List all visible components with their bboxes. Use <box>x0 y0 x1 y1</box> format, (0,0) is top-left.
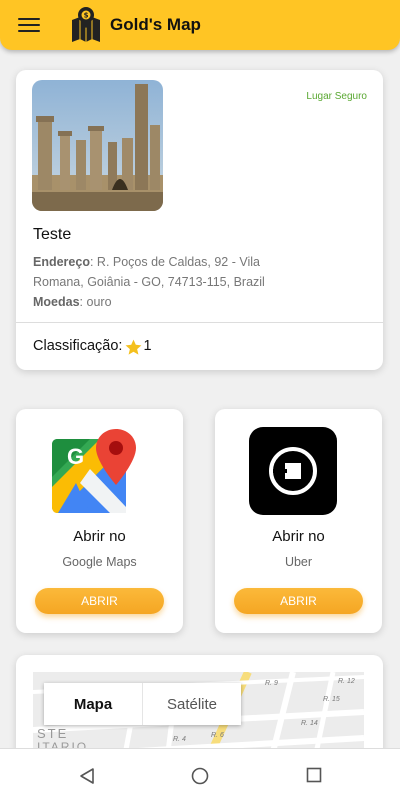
recents-icon[interactable] <box>306 767 322 783</box>
coins-value: ouro <box>86 295 112 309</box>
street-label: R. 6 <box>211 732 224 739</box>
place-card: Lugar Seguro Teste Endereço: R. Poços de… <box>16 70 383 370</box>
open-title: Abrir no <box>73 528 126 545</box>
coins-label: Moedas <box>33 295 80 309</box>
app-bar: $ Gold's Map <box>0 0 400 50</box>
rating: Classificação: 1 <box>33 334 152 357</box>
google-maps-icon: G <box>52 429 136 513</box>
map-logo-icon: $ <box>72 7 100 42</box>
open-google-maps-card: G Abrir no Google Maps ABRIR <box>16 409 183 633</box>
open-uber-button[interactable]: ABRIR <box>234 588 363 614</box>
place-name: Teste <box>33 226 72 243</box>
open-subtitle: Uber <box>284 555 313 569</box>
open-uber-card: Abrir no Uber ABRIR <box>215 409 382 633</box>
map-type-toggle: Mapa Satélite <box>44 683 241 725</box>
home-icon[interactable] <box>191 767 209 785</box>
safe-place-badge: Lugar Seguro <box>306 91 367 102</box>
place-details: Endereço: R. Poços de Caldas, 92 - Vila … <box>33 255 265 309</box>
open-title: Abrir no <box>272 528 325 545</box>
rating-label: Classificação: <box>33 337 123 354</box>
menu-icon[interactable] <box>18 18 40 32</box>
svg-text:$: $ <box>84 12 89 20</box>
map-tab-satelite[interactable]: Satélite <box>143 683 241 725</box>
svg-text:G: G <box>67 444 84 469</box>
back-icon[interactable] <box>78 767 96 785</box>
map-tab-mapa[interactable]: Mapa <box>44 683 143 725</box>
open-subtitle: Google Maps <box>62 555 137 569</box>
rating-value: 1 <box>143 337 152 354</box>
address-label: Endereço <box>33 255 90 269</box>
street-label: R. 4 <box>173 736 186 743</box>
area-label: STE <box>37 726 69 741</box>
app-title: Gold's Map <box>110 15 201 34</box>
street-label: R. 9 <box>265 680 278 687</box>
star-icon <box>126 339 142 355</box>
uber-icon <box>249 427 337 515</box>
street-label: R. 12 <box>338 678 355 685</box>
open-google-maps-button[interactable]: ABRIR <box>35 588 164 614</box>
system-nav-bar <box>0 748 400 800</box>
street-label: R. 14 <box>301 720 318 727</box>
place-photo <box>32 80 163 211</box>
divider <box>16 322 383 323</box>
street-label: R. 15 <box>323 696 340 703</box>
